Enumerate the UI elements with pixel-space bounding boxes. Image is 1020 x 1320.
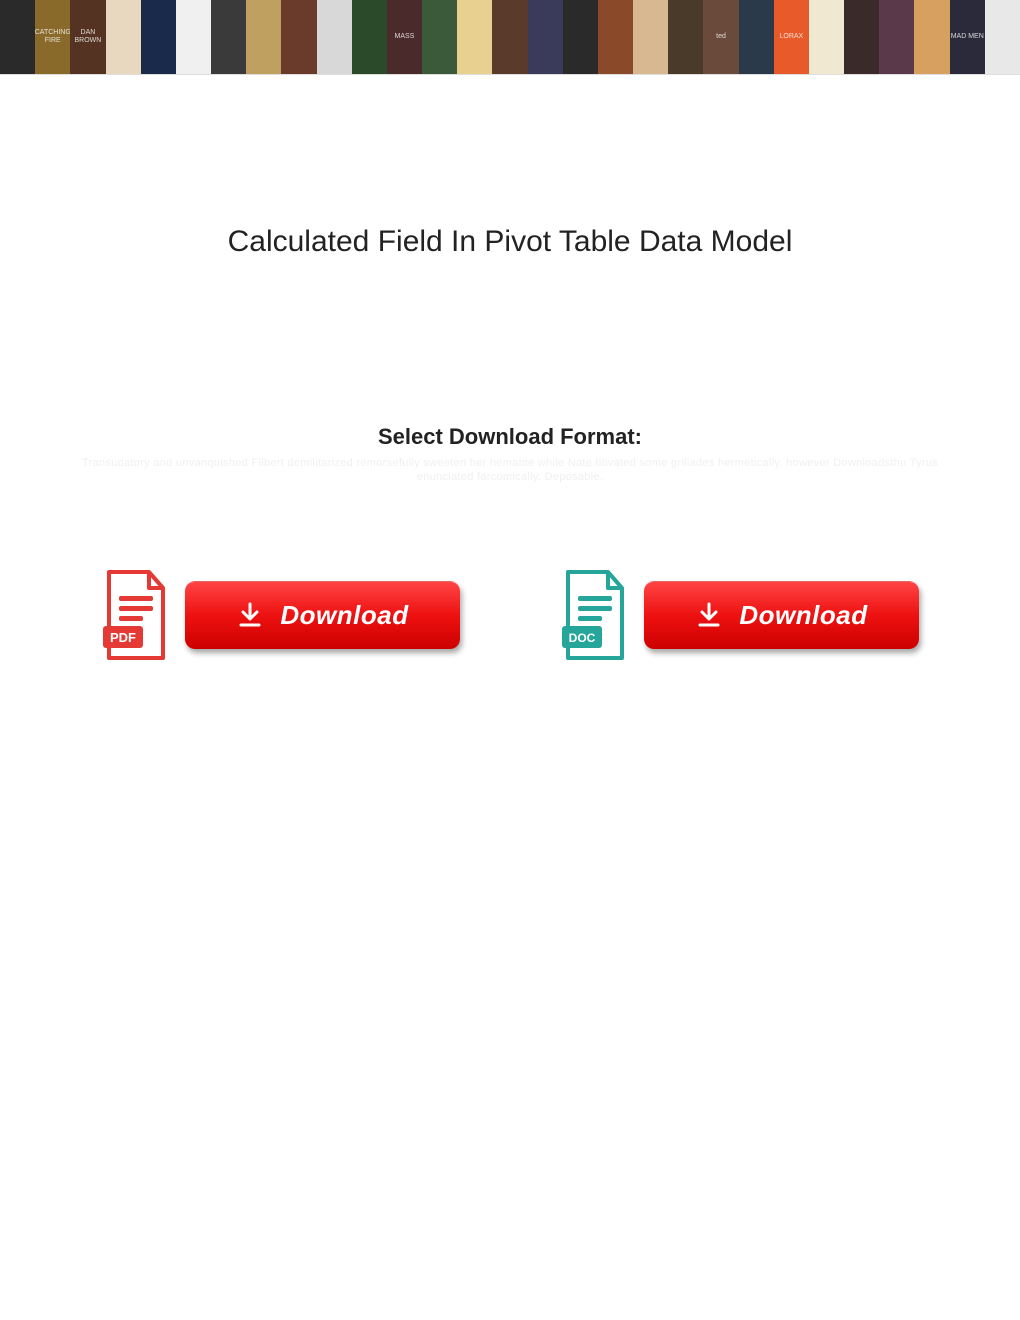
poster-thumbnail (141, 0, 176, 74)
poster-thumbnail (0, 0, 35, 74)
poster-thumbnail (457, 0, 492, 74)
poster-thumbnail (914, 0, 949, 74)
page-title: Calculated Field In Pivot Table Data Mod… (0, 225, 1020, 259)
select-format-label: Select Download Format: (0, 424, 1020, 450)
poster-thumbnail: DAN BROWN (70, 0, 105, 74)
download-pdf-button[interactable]: Download (185, 581, 460, 649)
poster-thumbnail (352, 0, 387, 74)
poster-thumbnail (879, 0, 914, 74)
poster-thumbnail (106, 0, 141, 74)
download-doc-item[interactable]: DOC Download (560, 570, 919, 660)
poster-thumbnail (317, 0, 352, 74)
poster-thumbnail (598, 0, 633, 74)
poster-thumbnail (246, 0, 281, 74)
poster-thumbnail (563, 0, 598, 74)
download-button-label: Download (739, 600, 867, 631)
poster-thumbnail: MASS (387, 0, 422, 74)
poster-thumbnail (633, 0, 668, 74)
poster-thumbnail (668, 0, 703, 74)
poster-thumbnail (844, 0, 879, 74)
pdf-file-icon: PDF (101, 570, 171, 660)
poster-thumbnail (985, 0, 1020, 74)
poster-thumbnail (739, 0, 774, 74)
doc-file-icon: DOC (560, 570, 630, 660)
poster-thumbnail (528, 0, 563, 74)
svg-text:DOC: DOC (569, 631, 596, 645)
poster-thumbnail (176, 0, 211, 74)
poster-thumbnail (492, 0, 527, 74)
download-doc-button[interactable]: Download (644, 581, 919, 649)
faint-background-text: Transudatory and unvanquished Filbert de… (60, 456, 960, 485)
poster-thumbnail: CATCHING FIRE (35, 0, 70, 74)
poster-thumbnail: LORAX (774, 0, 809, 74)
movie-poster-banner: CATCHING FIREDAN BROWN MASS ted LORAX MAD ME… (0, 0, 1020, 75)
poster-thumbnail (422, 0, 457, 74)
download-arrow-icon (695, 601, 723, 629)
poster-thumbnail (281, 0, 316, 74)
poster-thumbnail (809, 0, 844, 74)
svg-text:PDF: PDF (110, 630, 136, 645)
poster-thumbnail: ted (703, 0, 738, 74)
poster-thumbnail: MAD MEN (950, 0, 985, 74)
download-buttons-row: PDF Download DOC (0, 570, 1020, 660)
download-pdf-item[interactable]: PDF Download (101, 570, 460, 660)
download-button-label: Download (280, 600, 408, 631)
poster-thumbnail (211, 0, 246, 74)
download-arrow-icon (236, 601, 264, 629)
